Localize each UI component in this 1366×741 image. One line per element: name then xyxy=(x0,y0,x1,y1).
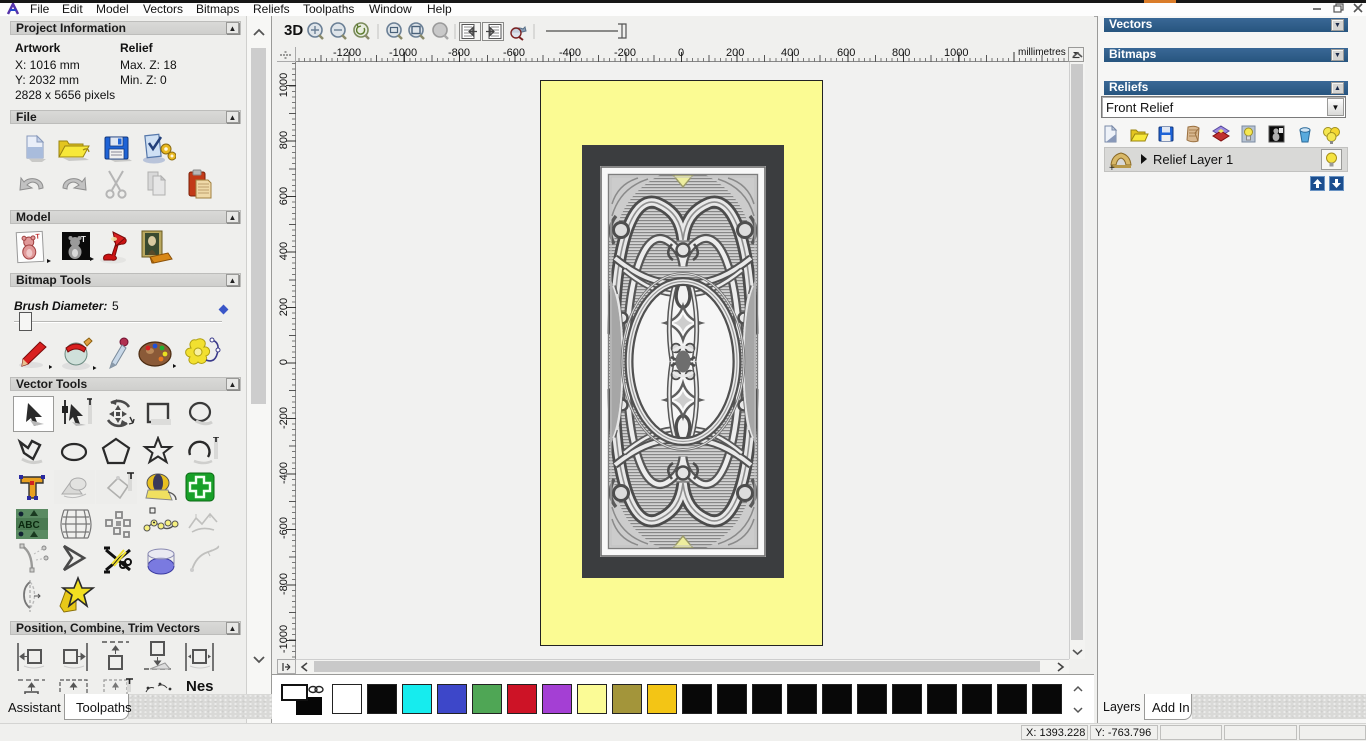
svg-text:T: T xyxy=(81,235,86,244)
svg-text:+: + xyxy=(1109,163,1115,172)
svg-text:ABC: ABC xyxy=(18,520,40,531)
